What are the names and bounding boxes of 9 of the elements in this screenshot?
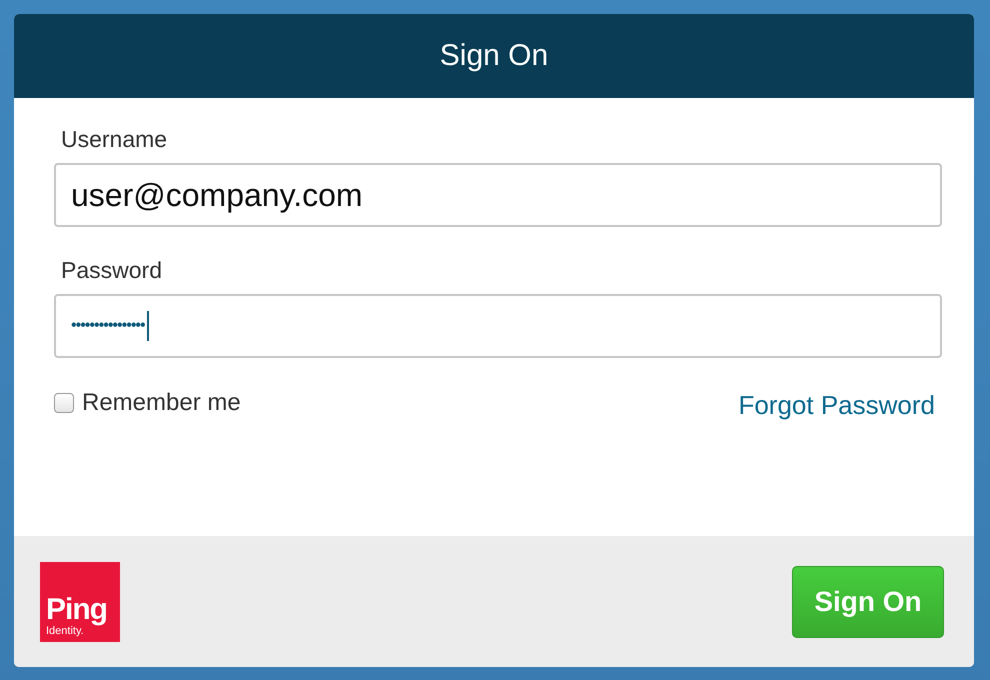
password-field[interactable]: •••••••••••••••• — [54, 294, 942, 358]
field-label: Username — [61, 126, 168, 153]
logo: Ping Identity. — [40, 562, 120, 642]
remember-checkbox[interactable] — [54, 392, 74, 412]
checkbox-label: Remember me — [82, 388, 241, 416]
dialog-title: Sign On — [440, 39, 548, 73]
field-label: Password — [61, 257, 163, 284]
username-field[interactable]: user@company.com — [54, 163, 942, 227]
forgot-password-link[interactable]: Forgot Password — [738, 390, 935, 421]
